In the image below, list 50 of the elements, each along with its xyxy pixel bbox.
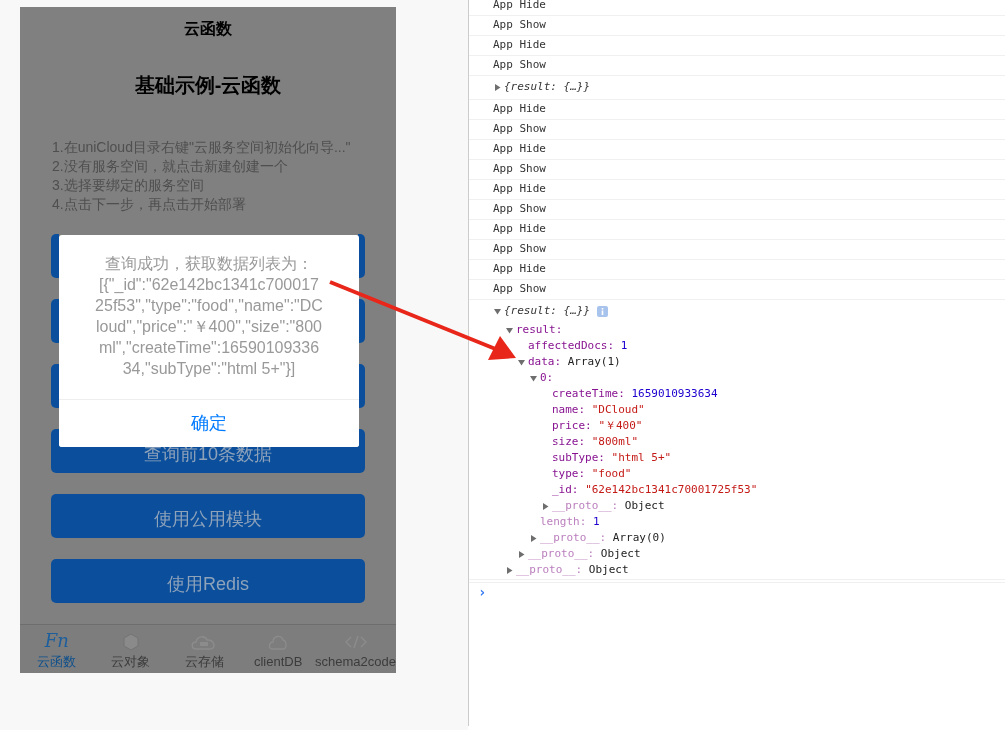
log-message: App Hide bbox=[493, 0, 546, 14]
log-message: App Hide bbox=[493, 261, 546, 278]
button[interactable]: 使用公用模块 bbox=[51, 494, 365, 538]
tree-property: affectedDocs: 1 bbox=[528, 337, 628, 354]
log-message: App Show bbox=[493, 17, 546, 34]
log-message: App Hide bbox=[493, 221, 546, 238]
log-message: App Show bbox=[493, 201, 546, 218]
tree-node[interactable]: 0: bbox=[469, 370, 1005, 386]
log-message: App Hide bbox=[493, 101, 546, 118]
tree-property: name: "DCloud" bbox=[552, 401, 645, 418]
tree-node[interactable]: result: bbox=[469, 322, 1005, 338]
button[interactable]: 使用Redis bbox=[51, 559, 365, 603]
dialog-message: 查询成功，获取数据列表为：[{"_id":"62e142bc1341c70001725f53","type":"food","name":"DCloud","price":"￥400","size":"800ml","createTime":1659010933634,"subType":"html 5+"}] bbox=[94, 254, 324, 379]
tree-node[interactable]: __proto__: Array(0) bbox=[469, 530, 1005, 546]
tree-property: createTime: 1659010933634 bbox=[552, 385, 718, 402]
log-message: App Show bbox=[493, 281, 546, 298]
log-message: App Hide bbox=[493, 37, 546, 54]
tree-property: length: 1 bbox=[540, 513, 600, 530]
tree-node[interactable]: __proto__: Object bbox=[469, 562, 1005, 578]
expanded-triangle-icon[interactable] bbox=[506, 326, 513, 334]
collapsed-triangle-icon[interactable] bbox=[542, 502, 549, 510]
tree-node[interactable]: data: Array(1) bbox=[469, 354, 1005, 370]
tab[interactable]: 云对象 bbox=[93, 625, 168, 673]
tree-node[interactable]: __proto__: Object bbox=[469, 546, 1005, 562]
page-heading: 基础示例-云函数 bbox=[134, 73, 282, 98]
tree-property: type: "food" bbox=[552, 465, 632, 482]
button-edge bbox=[51, 364, 59, 408]
object-toggle[interactable]: {result: {…}} bbox=[469, 300, 1005, 322]
tab[interactable]: clientDB bbox=[241, 625, 316, 673]
log-message: App Show bbox=[493, 241, 546, 258]
log-message: App Show bbox=[493, 57, 546, 74]
tree-property: subType: "html 5+" bbox=[552, 449, 672, 466]
object-toggle[interactable]: {result: {…}} bbox=[469, 76, 1005, 98]
tree-property: price: "￥400" bbox=[552, 417, 643, 434]
button-edge bbox=[51, 299, 59, 343]
log-message: App Show bbox=[493, 121, 546, 138]
nav-title: 云函数 bbox=[184, 19, 232, 39]
collapsed-triangle-icon[interactable] bbox=[494, 83, 501, 91]
prompt-icon[interactable]: › bbox=[478, 582, 487, 603]
log-message: App Hide bbox=[493, 181, 546, 198]
log-message: App Hide bbox=[493, 141, 546, 158]
fn-icon: Fn bbox=[44, 630, 69, 652]
tab[interactable]: 云存储 bbox=[167, 625, 242, 673]
tab[interactable]: schema2code bbox=[315, 625, 396, 673]
expanded-triangle-icon[interactable] bbox=[494, 307, 501, 315]
button-edge bbox=[51, 234, 59, 278]
tree-property: _id: "62e142bc1341c70001725f53" bbox=[552, 481, 758, 498]
tree-node[interactable]: __proto__: Object bbox=[469, 498, 1005, 514]
log-message: App Show bbox=[493, 161, 546, 178]
tree-property: size: "800ml" bbox=[552, 433, 639, 450]
